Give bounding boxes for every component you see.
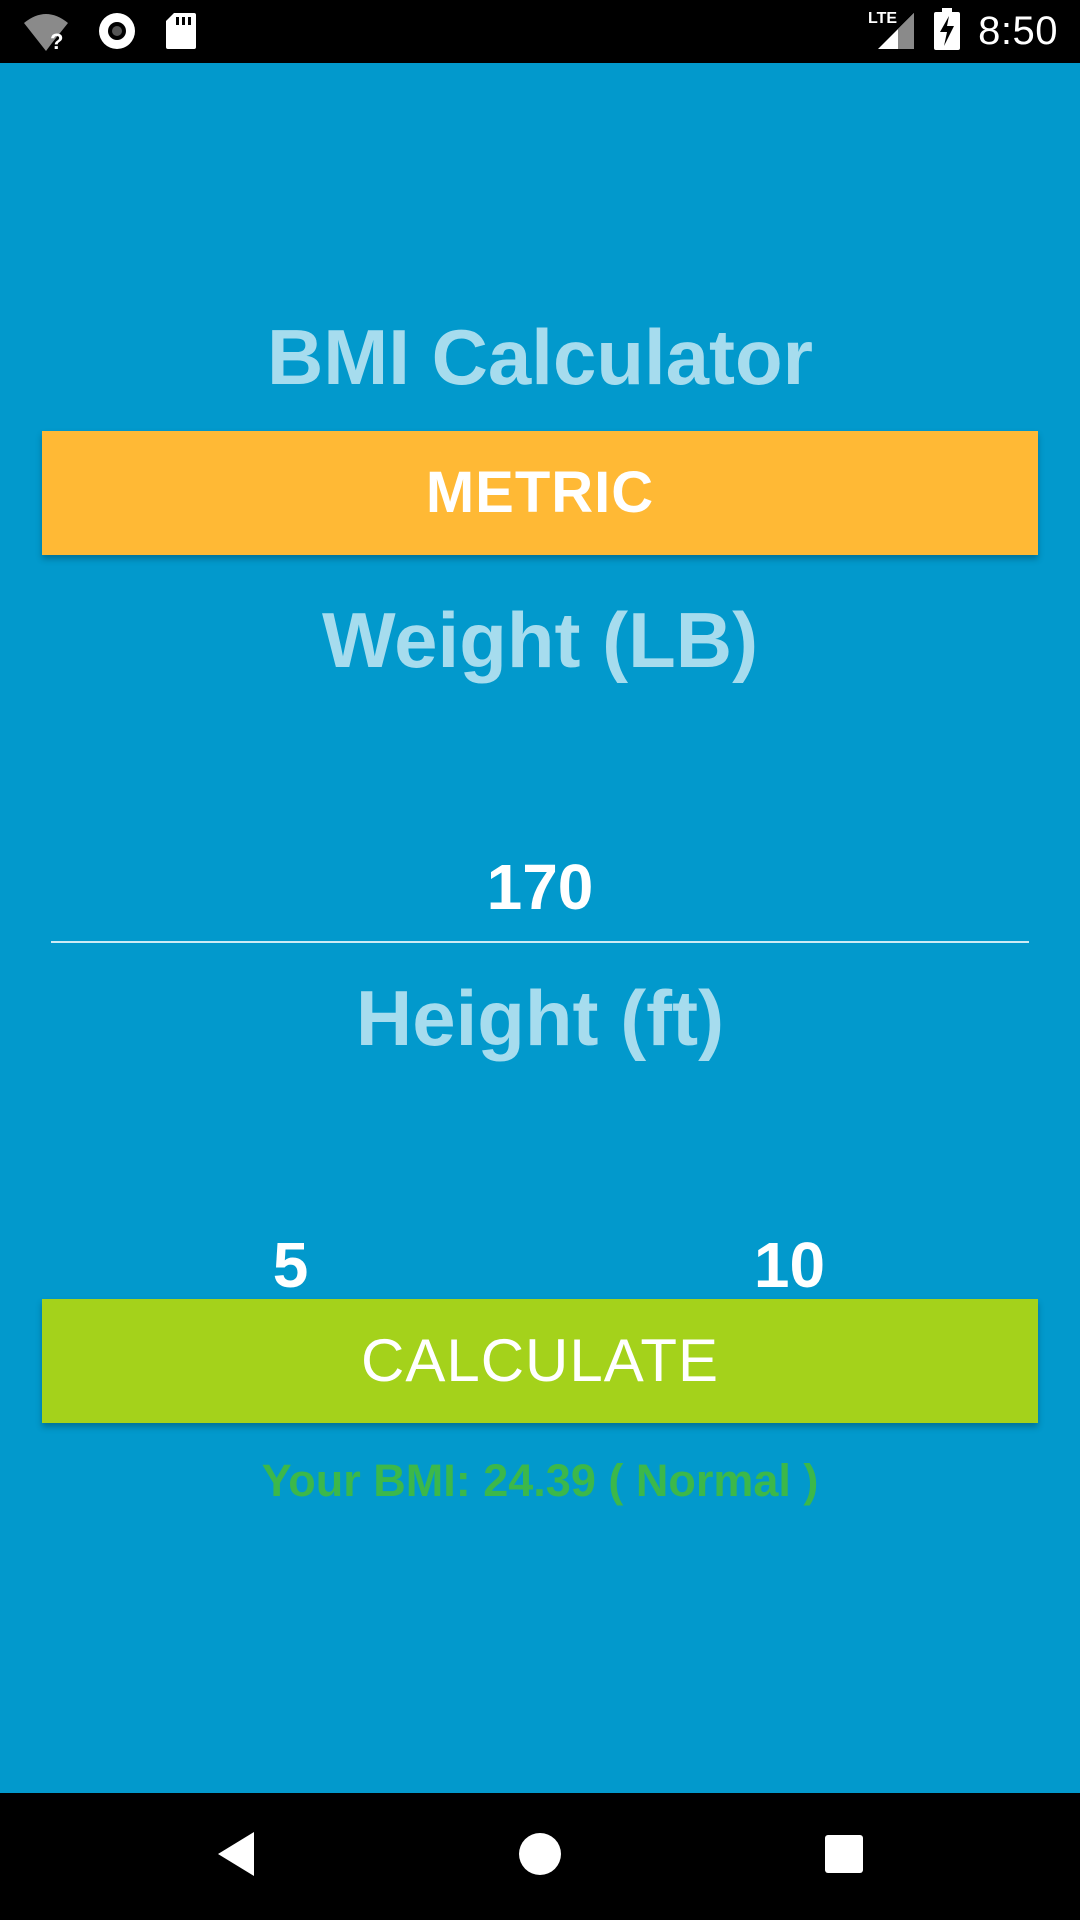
calculate-button[interactable]: CALCULATE [42,1299,1038,1423]
wifi-unknown-icon: ? [22,11,70,56]
metric-toggle-button[interactable]: METRIC [42,431,1038,555]
weight-input[interactable] [51,833,1029,943]
weight-label: Weight (LB) [321,596,759,684]
bmi-calculator-screen: BMI Calculator METRIC Weight (LB) Height… [0,63,1080,1793]
network-label: LTE [868,10,897,27]
bmi-result: Your BMI: 24.39 ( Normal ) [261,1455,819,1506]
home-icon [517,1831,563,1882]
status-bar: ? LTE 8:50 [0,0,1080,63]
battery-charging-icon [934,8,961,55]
height-label: Height (ft) [355,974,725,1062]
home-button[interactable] [470,1793,610,1920]
clock: 8:50 [978,9,1058,53]
svg-text:?: ? [50,29,63,51]
recents-icon [823,1833,865,1880]
sync-icon [96,10,138,57]
back-button[interactable] [166,1793,306,1920]
navigation-bar [0,1793,1080,1920]
back-icon [214,1830,258,1883]
page-title: BMI Calculator [266,313,814,401]
sd-card-icon [164,11,198,56]
recents-button[interactable] [774,1793,914,1920]
lte-signal-icon: LTE [868,7,916,56]
